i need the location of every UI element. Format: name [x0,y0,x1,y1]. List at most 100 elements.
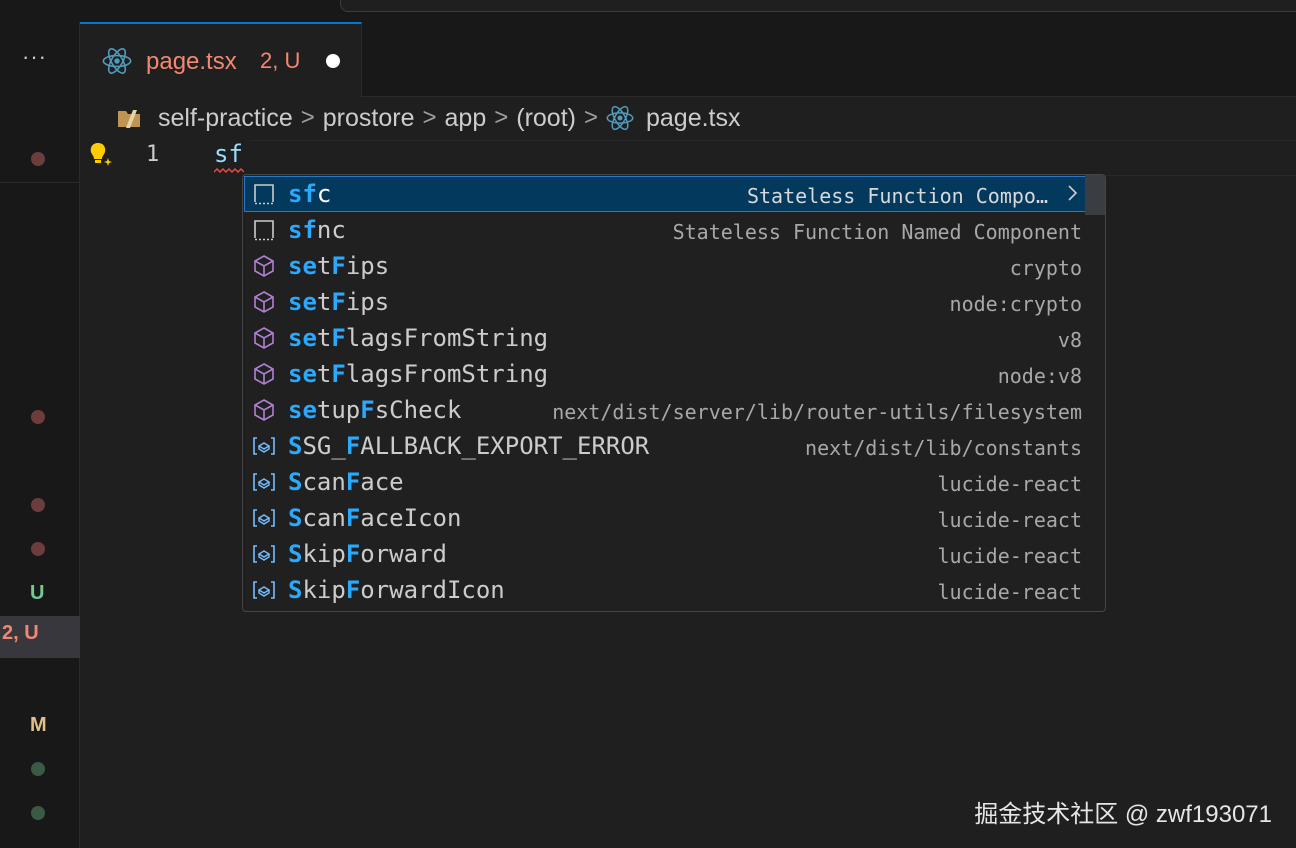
title-bar [0,0,1296,22]
label-text: SG_ [302,432,346,460]
suggestion-item[interactable]: ScanFaceIcon lucide-react [244,500,1104,536]
untracked-dot-icon [31,806,45,820]
suggestion-label: ScanFace [288,468,404,496]
module-icon [254,363,274,385]
match-highlight: F [331,324,346,352]
folder-icon [118,110,140,128]
breadcrumb-item[interactable]: page.tsx [646,104,741,133]
sidebar-item-active[interactable]: 2, U [0,616,80,658]
error-dot-icon [31,152,45,166]
suggestion-item[interactable]: sfnc Stateless Function Named Component [244,212,1104,248]
breadcrumb-item[interactable]: app [445,104,487,133]
suggestion-item[interactable]: SkipForward lucide-react [244,536,1104,572]
suggestion-detail: lucide-react [937,508,1083,532]
suggestion-label: setFlagsFromString [288,360,548,388]
suggestion-detail: v8 [1057,328,1082,352]
match-highlight: se [288,324,317,352]
match-highlight: F [331,360,346,388]
match-highlight: F [345,540,361,568]
suggest-widget: sfc Stateless Function Compo… sfnc Stateles… [242,174,1106,612]
match-highlight: S [288,432,303,460]
label-text: can [302,468,346,496]
react-icon [102,48,132,74]
explorer-sidebar: ··· U 2, U M [0,22,80,848]
breadcrumb-item[interactable]: prostore [323,104,415,133]
label-text: sCheck [374,396,462,424]
match-highlight: sf [288,216,317,244]
match-highlight: F [345,576,361,604]
breadcrumb-separator: > [494,104,509,131]
error-dot-icon [31,542,45,556]
suggestion-label: setupFsCheck [288,396,461,424]
label-text: kip [302,540,346,568]
label-text: ips [345,252,390,280]
suggestion-item[interactable]: setFips node:crypto [244,284,1104,320]
breadcrumb-separator: > [300,104,315,131]
variable-icon [253,437,275,455]
label-text: aceIcon [360,504,462,532]
label-text: t [316,360,332,388]
code-line[interactable]: sf [214,140,243,168]
suggestion-item[interactable]: setFips crypto [244,248,1104,284]
suggestion-item[interactable]: SkipForwardIcon lucide-react [244,572,1104,608]
match-highlight: F [345,468,361,496]
variable-icon [253,581,275,599]
match-highlight: sf [288,180,317,208]
snippet-icon [254,220,274,241]
suggestion-detail: lucide-react [937,580,1083,604]
label-text: ace [360,468,404,496]
line-number: 1 [146,142,160,167]
lightbulb-icon[interactable] [86,140,116,170]
chevron-right-icon[interactable] [1066,182,1080,204]
module-icon [254,291,274,313]
error-dot-icon [31,498,45,512]
match-highlight: se [288,360,317,388]
suggest-scrollbar[interactable] [1085,175,1105,215]
label-text: kip [302,576,346,604]
unsaved-dot-icon[interactable] [326,54,340,68]
suggestion-detail: Stateless Function Named Component [672,220,1082,244]
untracked-badge: U [30,582,45,604]
label-text: t [316,252,332,280]
match-highlight: se [288,288,317,316]
suggestion-detail: node:crypto [949,292,1082,316]
tab-page-tsx[interactable]: page.tsx 2, U [80,22,362,97]
breadcrumb-separator: > [422,104,437,131]
breadcrumb-item[interactable]: self-practice [158,104,293,133]
suggestion-item[interactable]: sfc Stateless Function Compo… [244,176,1104,212]
editor-tab-bar: page.tsx 2, U [80,22,1296,97]
suggestion-item[interactable]: setFlagsFromString node:v8 [244,356,1104,392]
label-text: ALLBACK_EXPORT_ERROR [360,432,650,460]
suggestion-label: SkipForwardIcon [288,576,505,604]
match-highlight: F [360,396,375,424]
match-highlight: S [288,504,303,532]
more-actions-button[interactable]: ··· [22,46,47,68]
label-text: orward [360,540,447,568]
suggestion-detail: crypto [1009,256,1082,280]
untracked-dot-icon [31,762,45,776]
suggestion-item[interactable]: setupFsCheck next/dist/server/lib/router-… [244,392,1104,428]
module-icon [254,255,274,277]
label-text: t [316,288,332,316]
suggestion-label: setFips [288,252,389,280]
match-highlight: se [288,252,317,280]
watermark: 掘金技术社区 @ zwf193071 [974,801,1272,828]
match-highlight: S [288,576,303,604]
command-center[interactable] [340,0,1296,12]
suggestion-item[interactable]: SSG_FALLBACK_EXPORT_ERROR next/dist/lib/c… [244,428,1104,464]
label-text: lagsFromString [345,360,549,388]
label-text: nc [316,216,346,244]
suggestion-detail: next/dist/server/lib/router-utils/filesy… [552,400,1082,424]
suggestion-label: setFlagsFromString [288,324,548,352]
sidebar-divider [0,182,80,183]
suggestion-label: ScanFaceIcon [288,504,461,532]
breadcrumb-item[interactable]: (root) [516,104,576,133]
match-highlight: S [288,468,303,496]
label-text: tup [316,396,361,424]
suggestion-item[interactable]: ScanFace lucide-react [244,464,1104,500]
match-highlight: F [331,288,346,316]
suggestion-item[interactable]: setFlagsFromString v8 [244,320,1104,356]
snippet-icon [254,184,274,205]
react-icon [606,105,634,131]
variable-icon [253,473,275,491]
